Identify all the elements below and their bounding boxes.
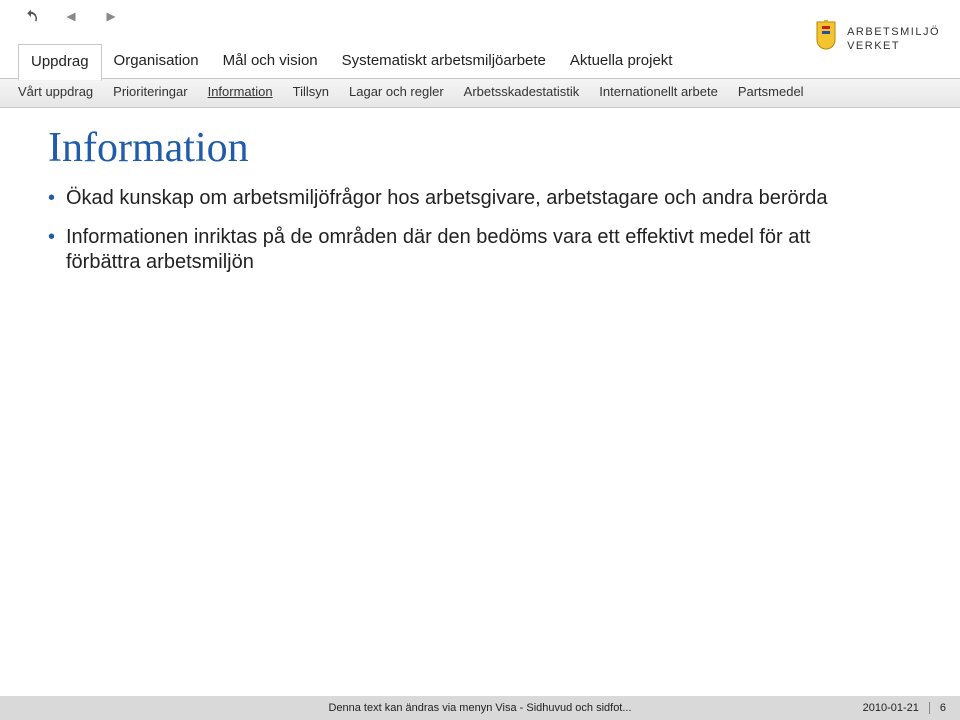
next-icon[interactable] (100, 6, 122, 28)
subnav-prioriteringar[interactable]: Prioriteringar (113, 84, 187, 99)
primary-nav: Uppdrag Organisation Mål och vision Syst… (18, 44, 684, 81)
page-title: Information (48, 124, 249, 172)
subnav-information[interactable]: Information (208, 84, 273, 99)
subnav-tillsyn[interactable]: Tillsyn (293, 84, 329, 99)
prev-icon[interactable] (60, 6, 82, 28)
tab-organisation[interactable]: Organisation (102, 44, 211, 81)
crest-icon (813, 20, 839, 59)
footer-right: 2010-01-21 6 (863, 702, 946, 714)
logo-line1: ARBETSMILJÖ (847, 26, 940, 39)
footer-separator (929, 702, 930, 714)
subnav-internationellt[interactable]: Internationellt arbete (599, 84, 718, 99)
subnav-arbetsskadestatistik[interactable]: Arbetsskadestatistik (464, 84, 580, 99)
tab-systematiskt[interactable]: Systematiskt arbetsmiljöarbete (330, 44, 558, 81)
subnav-partsmedel[interactable]: Partsmedel (738, 84, 804, 99)
footer-date: 2010-01-21 (863, 702, 919, 714)
undo-icon[interactable] (20, 6, 42, 28)
footer: Denna text kan ändras via menyn Visa - S… (0, 696, 960, 720)
bullet-item: Informationen inriktas på de områden där… (48, 225, 888, 275)
bullet-list: Ökad kunskap om arbetsmiljöfrågor hos ar… (48, 186, 888, 289)
footer-center-text: Denna text kan ändras via menyn Visa - S… (328, 702, 631, 714)
subnav-lagar[interactable]: Lagar och regler (349, 84, 444, 99)
secondary-nav: Vårt uppdrag Prioriteringar Information … (18, 84, 804, 99)
logo-text: ARBETSMILJÖ VERKET (847, 26, 940, 52)
subnav-vart-uppdrag[interactable]: Vårt uppdrag (18, 84, 93, 99)
logo: ARBETSMILJÖ VERKET (813, 20, 940, 59)
slide: Uppdrag Organisation Mål och vision Syst… (0, 0, 960, 720)
tab-aktuella-projekt[interactable]: Aktuella projekt (558, 44, 685, 81)
toolbar (20, 6, 122, 28)
tab-uppdrag[interactable]: Uppdrag (18, 44, 102, 81)
bullet-item: Ökad kunskap om arbetsmiljöfrågor hos ar… (48, 186, 888, 211)
tab-mal-och-vision[interactable]: Mål och vision (211, 44, 330, 81)
logo-line2: VERKET (847, 40, 940, 53)
footer-page-number: 6 (940, 702, 946, 714)
